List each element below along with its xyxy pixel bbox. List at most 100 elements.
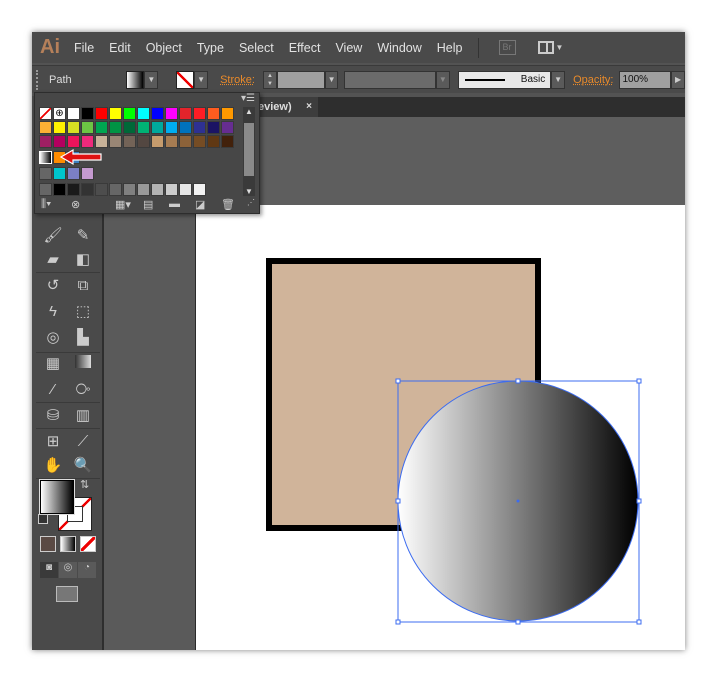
swatch[interactable]: [207, 135, 220, 148]
swatch[interactable]: [109, 121, 122, 134]
bridge-button[interactable]: Br: [498, 40, 516, 55]
column-graph-tool-icon[interactable]: ▥: [72, 406, 94, 426]
swatch[interactable]: [39, 151, 52, 164]
opacity-arrow[interactable]: ▶: [671, 70, 686, 89]
color-group-folder-icon[interactable]: [39, 167, 52, 180]
swatch[interactable]: [67, 167, 80, 180]
swatch[interactable]: [53, 183, 66, 196]
swatch[interactable]: [193, 107, 206, 120]
draw-inside-button[interactable]: ◔: [78, 562, 96, 578]
pencil-tool-icon[interactable]: ✎: [72, 226, 94, 246]
brush-definition[interactable]: Basic: [457, 70, 552, 89]
swatch[interactable]: [193, 135, 206, 148]
eyedropper-tool-icon[interactable]: ⁄: [42, 380, 64, 400]
none-mode-button[interactable]: [80, 536, 96, 552]
swatch[interactable]: [67, 183, 80, 196]
swatch[interactable]: [109, 107, 122, 120]
document-tab[interactable]: eview) ×: [250, 97, 318, 117]
resize-grip-icon[interactable]: ⋰: [247, 198, 255, 207]
swatch[interactable]: [39, 107, 52, 120]
scale-tool-icon[interactable]: ⧉: [72, 276, 94, 296]
swatch[interactable]: [81, 107, 94, 120]
swatch[interactable]: [179, 121, 192, 134]
blend-tool-icon[interactable]: ⧂: [72, 380, 94, 400]
swatch[interactable]: [95, 183, 108, 196]
menu-help[interactable]: Help: [437, 41, 463, 55]
swatch[interactable]: ⊕: [53, 107, 66, 120]
artboard-tool-icon[interactable]: ⊞: [42, 432, 64, 452]
swatch[interactable]: [81, 183, 94, 196]
swatch[interactable]: [221, 121, 234, 134]
swatch[interactable]: [123, 121, 136, 134]
menu-object[interactable]: Object: [146, 41, 182, 55]
color-mode-button[interactable]: [40, 536, 56, 552]
swatch[interactable]: [193, 183, 206, 196]
swatch[interactable]: [179, 183, 192, 196]
zoom-tool-icon[interactable]: 🔍: [72, 456, 94, 476]
stroke-weight-dropdown[interactable]: ▼: [324, 70, 339, 89]
eraser-tool-icon[interactable]: ◧: [72, 250, 94, 270]
swatch[interactable]: [137, 135, 150, 148]
swatch-libraries-icon[interactable]: ⫼▾: [41, 198, 51, 211]
draw-behind-button[interactable]: ◎: [59, 562, 77, 578]
free-transform-tool-icon[interactable]: ⬚: [72, 302, 94, 322]
swatch[interactable]: [67, 107, 80, 120]
swatch[interactable]: [123, 107, 136, 120]
symbol-sprayer-tool-icon[interactable]: ⛁: [42, 406, 64, 426]
swatch[interactable]: [207, 107, 220, 120]
stroke-weight-field[interactable]: [276, 70, 325, 89]
panel-menu-icon[interactable]: ▾☰: [241, 93, 255, 104]
new-color-group-icon[interactable]: ▬: [169, 198, 180, 210]
brush-dropdown[interactable]: ▼: [551, 70, 566, 89]
shape-builder-tool-icon[interactable]: ◎: [42, 328, 64, 348]
swatch[interactable]: [221, 107, 234, 120]
workspace-layout-icon[interactable]: [537, 41, 554, 54]
menu-view[interactable]: View: [335, 41, 362, 55]
grip-handle[interactable]: [36, 69, 39, 90]
fill-color-box[interactable]: [39, 479, 75, 515]
profile-dropdown[interactable]: ▼: [435, 70, 450, 89]
swatch[interactable]: [151, 107, 164, 120]
swatch[interactable]: [137, 183, 150, 196]
swatch[interactable]: [193, 121, 206, 134]
swatch[interactable]: [207, 121, 220, 134]
stroke-swatch[interactable]: [176, 70, 195, 89]
mesh-tool-icon[interactable]: ▦: [42, 354, 64, 374]
scrollbar[interactable]: ▲ ▼: [243, 107, 255, 196]
swatch-options-icon[interactable]: ▤: [143, 198, 153, 211]
swatch[interactable]: [137, 121, 150, 134]
swatch[interactable]: [95, 121, 108, 134]
swatch[interactable]: [151, 121, 164, 134]
menu-window[interactable]: Window: [377, 41, 421, 55]
swatch[interactable]: [179, 135, 192, 148]
swatch[interactable]: [53, 121, 66, 134]
menu-select[interactable]: Select: [239, 41, 274, 55]
swatch[interactable]: [165, 183, 178, 196]
close-tab-icon[interactable]: ×: [306, 97, 312, 117]
opacity-label[interactable]: Opacity:: [573, 74, 613, 86]
variable-width-profile[interactable]: [344, 70, 436, 89]
swatch[interactable]: [137, 107, 150, 120]
stroke-dropdown[interactable]: ▼: [194, 70, 209, 89]
swatch[interactable]: [67, 121, 80, 134]
fill-swatch[interactable]: [126, 70, 145, 89]
menu-file[interactable]: File: [74, 41, 94, 55]
swatch[interactable]: [221, 135, 234, 148]
swatch[interactable]: [151, 183, 164, 196]
gradient-mode-button[interactable]: [60, 536, 76, 552]
swatch[interactable]: [53, 167, 66, 180]
screen-mode-button[interactable]: [56, 586, 78, 602]
rotate-tool-icon[interactable]: ↺: [42, 276, 64, 296]
scroll-thumb[interactable]: [244, 123, 254, 176]
swatch[interactable]: [165, 107, 178, 120]
swatch[interactable]: [81, 121, 94, 134]
draw-normal-button[interactable]: ◙: [40, 562, 58, 578]
scroll-down-icon[interactable]: ▼: [245, 187, 253, 196]
swatch[interactable]: [39, 135, 52, 148]
swatch[interactable]: [165, 135, 178, 148]
menu-effect[interactable]: Effect: [289, 41, 321, 55]
swatch-kind-icon[interactable]: ⊗: [71, 198, 80, 211]
swatch[interactable]: [109, 135, 122, 148]
swatch[interactable]: [109, 183, 122, 196]
opacity-field[interactable]: 100%: [619, 70, 672, 89]
